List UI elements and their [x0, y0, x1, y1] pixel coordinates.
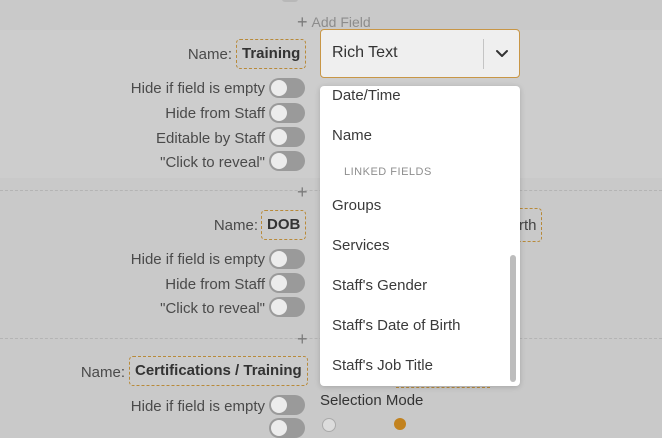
- option-label: Editable by Staff: [156, 130, 265, 147]
- toggle-knob: [271, 251, 287, 267]
- hide-from-staff-toggle[interactable]: [269, 273, 305, 293]
- dropdown-option-date-time[interactable]: Date/Time: [332, 87, 401, 104]
- field-name-input[interactable]: DOB: [261, 210, 307, 240]
- option-label: "Click to reveal": [160, 154, 265, 171]
- field-type-dropdown[interactable]: Date/Time Name LINKED FIELDS Groups Serv…: [320, 86, 520, 386]
- field-type-select[interactable]: Rich Text: [320, 29, 520, 78]
- option-label: Hide if field is empty: [130, 80, 265, 97]
- toggle-partial[interactable]: [269, 418, 305, 438]
- toggle-knob: [271, 129, 287, 145]
- toggle-knob: [271, 105, 287, 121]
- field-type-select-value: Rich Text: [332, 44, 398, 61]
- option-label: "Click to reveal": [160, 300, 265, 317]
- toggle-knob: [271, 80, 287, 96]
- toggle-knob: [271, 153, 287, 169]
- hide-if-empty-toggle[interactable]: [269, 78, 305, 98]
- field-name-input[interactable]: Training: [236, 39, 307, 69]
- name-label: Name:: [80, 364, 125, 381]
- toggle-knob: [271, 420, 287, 436]
- add-field-button[interactable]: +: [297, 181, 312, 202]
- plus-icon: +: [297, 182, 308, 202]
- click-to-reveal-toggle[interactable]: [269, 151, 305, 171]
- dropdown-option-name[interactable]: Name: [332, 127, 372, 144]
- editable-by-staff-toggle[interactable]: [269, 127, 305, 147]
- hide-if-empty-toggle[interactable]: [269, 395, 305, 415]
- plus-icon: +: [297, 329, 308, 349]
- hide-from-staff-toggle[interactable]: [269, 103, 305, 123]
- dropdown-group-label: LINKED FIELDS: [344, 166, 432, 178]
- radio-single[interactable]: [322, 418, 336, 432]
- add-field-button[interactable]: +: [297, 328, 312, 349]
- hide-if-empty-toggle[interactable]: [269, 249, 305, 269]
- plus-icon: +: [297, 12, 308, 32]
- dropdown-option-services[interactable]: Services: [332, 237, 390, 254]
- option-label: Hide if field is empty: [130, 398, 265, 415]
- option-label: Hide if field is empty: [130, 251, 265, 268]
- dropdown-option-groups[interactable]: Groups: [332, 197, 381, 214]
- dropdown-option-staff-job-title[interactable]: Staff's Job Title: [332, 357, 433, 374]
- toggle-knob: [271, 275, 287, 291]
- name-label: Name:: [187, 46, 232, 63]
- dropdown-scrollbar-thumb[interactable]: [510, 255, 516, 382]
- toggle-knob: [271, 397, 287, 413]
- selection-mode-label: Selection Mode: [320, 392, 424, 409]
- option-label: Hide from Staff: [165, 276, 265, 293]
- field-name-input[interactable]: Certifications / Training: [129, 356, 308, 386]
- divider-knob: [282, 0, 298, 2]
- toggle-knob: [271, 299, 287, 315]
- option-label: Hide from Staff: [165, 105, 265, 122]
- dropdown-option-staff-gender[interactable]: Staff's Gender: [332, 277, 427, 294]
- click-to-reveal-toggle[interactable]: [269, 297, 305, 317]
- select-separator: [483, 39, 484, 69]
- dropdown-option-staff-dob[interactable]: Staff's Date of Birth: [332, 317, 460, 334]
- chevron-down-icon[interactable]: [493, 44, 511, 62]
- radio-multiple[interactable]: [394, 418, 406, 430]
- name-label: Name:: [213, 217, 258, 234]
